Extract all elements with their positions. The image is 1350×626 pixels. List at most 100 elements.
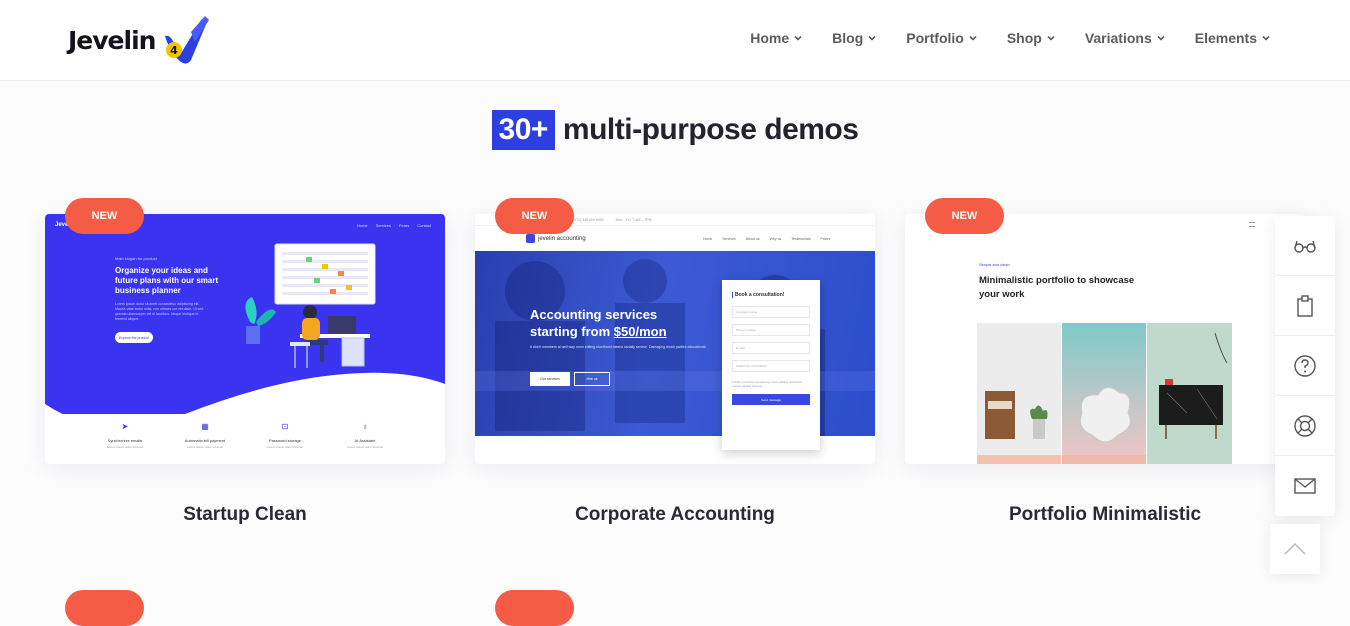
nav-elements-label: Elements [1194, 30, 1257, 46]
feature-label: AI Assistant [354, 438, 376, 443]
preview-heading: Organize your ideas and future plans wit… [115, 266, 219, 295]
preview-nav-item: Home [356, 223, 368, 228]
preview-nav-item: About us [745, 237, 760, 241]
new-badge-next-row [65, 590, 144, 626]
preview-heading: Accounting services starting from $50/mo… [530, 306, 720, 340]
nav-elements[interactable]: Elements [1195, 30, 1270, 46]
preview-heading-price: $50/mon [613, 324, 667, 339]
preview-nav: Home Services Fears Contact [357, 223, 431, 228]
preview-feature: ♁ AI Assistant Lorem ipsum dolor sit amet [330, 422, 400, 449]
side-button-buy[interactable] [1275, 276, 1335, 336]
preview-nav-item: Contact [417, 223, 431, 228]
preview-eyebrow: Main slogan for product [115, 256, 157, 261]
preview-heading: Minimalistic portfolio to showcase your … [979, 275, 1135, 300]
chevron-down-icon [969, 35, 977, 41]
site-header: Jevelin 4 Home Blog Portfolio Shop Varia… [0, 0, 1350, 81]
preview-nav-item: Services [722, 237, 736, 241]
chevron-down-icon [1262, 35, 1270, 41]
chevron-down-icon [794, 35, 802, 41]
feature-sub: Lorem ipsum dolor sit amet [106, 445, 144, 449]
preview-button-secondary: Hire us [574, 372, 610, 386]
demo-title-startup-clean[interactable]: Startup Clean [45, 504, 445, 526]
main-nav: Home Blog Portfolio Shop Variations Elem… [750, 30, 1270, 46]
chevron-down-icon [1157, 35, 1165, 41]
nav-shop[interactable]: Shop [1007, 30, 1055, 46]
preview-form-button: Send message [732, 394, 810, 405]
bulb-icon: ♁ [362, 422, 368, 431]
site-logo[interactable]: Jevelin 4 [68, 14, 217, 66]
preview-hours: Mon – Fri: 7.AM – 7PM [615, 217, 652, 222]
preview-nav: Home Services About us Why us Testimonia… [703, 237, 830, 241]
preview-nav-item: Fears [398, 223, 410, 228]
preview-form-field: E-mail [732, 342, 810, 354]
lifebuoy-icon [1294, 414, 1316, 437]
nav-blog[interactable]: Blog [832, 30, 876, 46]
preview-gallery-image [977, 323, 1061, 464]
demo-card-portfolio-minimalistic[interactable]: Simple and clean Minimalistic portfolio … [905, 214, 1305, 464]
calculator-icon: ▦ [201, 422, 209, 431]
glasses-icon [1294, 240, 1316, 253]
nav-variations[interactable]: Variations [1085, 30, 1165, 46]
new-badge: NEW [925, 198, 1004, 234]
help-circle-icon [1294, 354, 1316, 377]
nav-variations-label: Variations [1084, 30, 1152, 46]
feature-label: Synchronize emails [107, 438, 143, 443]
preview-heading-line1: Accounting services [530, 307, 658, 322]
demo-card-startup-clean[interactable]: Jevelin Home Services Fears Contact Main… [45, 214, 445, 464]
mail-icon [1294, 478, 1316, 494]
chevron-up-icon [1284, 543, 1306, 555]
title-badge: 30+ [491, 110, 555, 150]
clipboard-icon [1297, 294, 1313, 317]
side-button-help[interactable] [1275, 336, 1335, 396]
demo-title-corporate-accounting[interactable]: Corporate Accounting [475, 504, 875, 526]
scroll-to-top-button[interactable] [1270, 524, 1320, 574]
preview-text: It didn't members at well way room editi… [530, 345, 707, 349]
title-text: multi-purpose demos [562, 113, 859, 146]
hamburger-menu-icon [1249, 222, 1255, 227]
preview-form-text: It didn't members at well way room editi… [732, 380, 802, 388]
side-button-contact[interactable] [1275, 456, 1335, 516]
paper-plane-icon: ➤ [121, 422, 129, 431]
planner-illustration [245, 243, 376, 368]
new-badge-next-row [495, 590, 574, 626]
demo-card-corporate-accounting[interactable]: (071) 345 409 9050 Mon – Fri: 7.AM – 7PM… [475, 214, 875, 464]
feature-sub: Lorem ipsum dolor sit amet [266, 445, 304, 449]
preview-nav-item: Home [703, 237, 713, 241]
preview-gallery-image [1147, 323, 1232, 464]
preview-phone: (071) 345 409 9050 [573, 217, 604, 222]
preview-form-field: Company name [732, 306, 810, 318]
side-button-support[interactable] [1275, 396, 1335, 456]
preview-nav-item: Services [375, 223, 391, 228]
logo-version: 4 [171, 44, 179, 57]
nav-shop-label: Shop [1006, 30, 1042, 46]
preview-button: Explore the product [115, 332, 153, 343]
nav-portfolio[interactable]: Portfolio [906, 30, 977, 46]
nav-home[interactable]: Home [750, 30, 802, 46]
preview-feature: ⊡ Password storage Lorem ipsum dolor sit a… [250, 422, 320, 449]
preview-text: Lorem ipsum dolor sit amet consectetur a… [115, 302, 204, 321]
lock-icon: ⊡ [281, 422, 289, 431]
section-title: 30+ multi-purpose demos [0, 110, 1350, 150]
nav-blog-label: Blog [832, 30, 864, 46]
preview-eyebrow: Simple and clean [979, 262, 1010, 267]
preview-form-field: Subject for consultation [732, 360, 810, 372]
preview-form-field: Phone number [732, 324, 810, 336]
preview-feature: ▦ Automatic bill payment Lorem ipsum dolor… [170, 422, 240, 449]
logo-text: Jevelin [68, 25, 156, 55]
feature-label: Password storage [268, 438, 301, 443]
side-toolbar [1275, 216, 1335, 516]
nav-portfolio-label: Portfolio [906, 30, 964, 46]
preview-gallery-image [1062, 323, 1146, 464]
preview-feature: ➤ Synchronize emails Lorem ipsum dolor sit… [90, 422, 160, 449]
demo-title-portfolio-minimalistic[interactable]: Portfolio Minimalistic [905, 504, 1305, 526]
chevron-down-icon [1047, 35, 1055, 41]
preview-nav-item: Prices [820, 237, 831, 241]
nav-home-label: Home [750, 30, 790, 46]
preview-heading-line2: starting from [530, 324, 614, 339]
side-button-demos[interactable] [1275, 216, 1335, 276]
preview-nav-item: Testimonials [791, 237, 811, 241]
preview-button-primary: Our services [530, 372, 570, 386]
preview-form-title: Book a consultation! [732, 292, 810, 298]
preview-brand: jevelin accounting [526, 234, 586, 243]
preview-features: ➤ Synchronize emails Lorem ipsum dolor sit… [45, 422, 445, 449]
